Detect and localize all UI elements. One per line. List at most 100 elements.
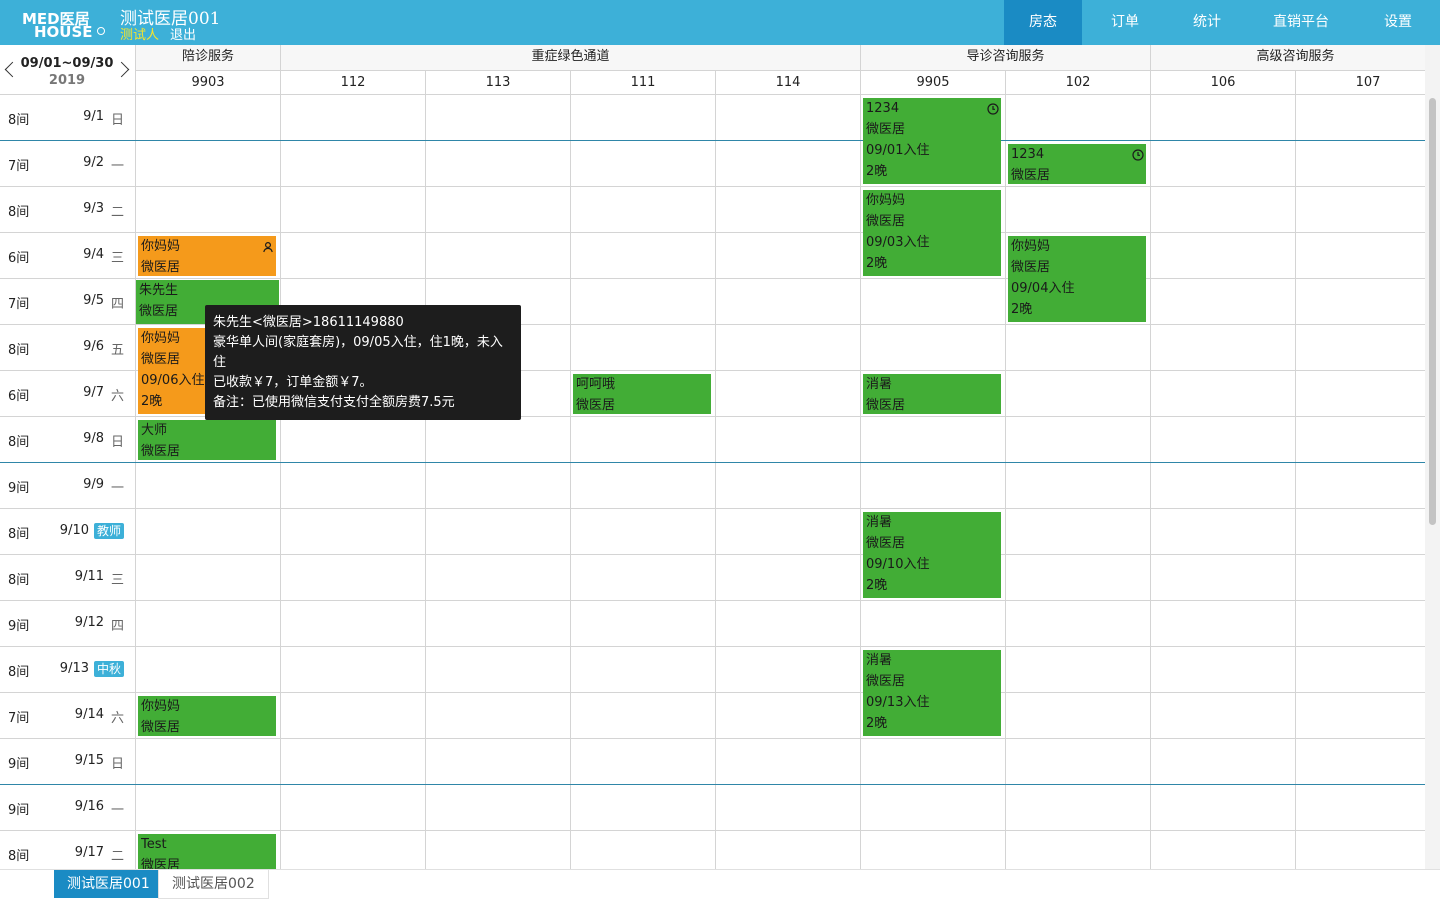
top-header: MED医居 HOUSE 测试医居001 测试人 退出 房态 订单 统计 直销平台 设置 bbox=[0, 0, 1440, 45]
row-date: 9/8 bbox=[83, 431, 104, 446]
main-nav: 房态 订单 统计 直销平台 设置 bbox=[1004, 0, 1440, 45]
next-month-chevron-icon[interactable] bbox=[113, 61, 130, 78]
header-divider bbox=[135, 70, 1425, 71]
row-divider bbox=[0, 278, 1425, 279]
booking-line: 微医居 bbox=[141, 720, 181, 735]
room-header: 102 bbox=[1006, 71, 1150, 94]
booking-line: 09/01入住 bbox=[866, 143, 930, 158]
row-date: 9/9 bbox=[83, 477, 104, 492]
booking-block[interactable]: 你妈妈 微医居 bbox=[138, 696, 276, 736]
room-header: 114 bbox=[716, 71, 860, 94]
booking-block[interactable]: 消暑微医居 09/13入住 2晚 bbox=[863, 650, 1001, 736]
nav-item[interactable]: 直销平台 bbox=[1246, 0, 1356, 45]
group-header: 陪诊服务 bbox=[136, 45, 280, 70]
booking-line: 09/03入住 bbox=[866, 235, 930, 250]
booking-block[interactable]: 你妈妈 微医居 09/04入住 2晚 bbox=[1008, 236, 1146, 322]
booking-block[interactable]: 1234 微医居 09/01入住 2晚 bbox=[863, 98, 1001, 184]
booking-guest-name: 呵呵哦 bbox=[576, 377, 616, 392]
column-divider bbox=[1005, 71, 1006, 869]
weekday-label: 三 bbox=[111, 251, 125, 266]
weekday-label: 日 bbox=[111, 435, 125, 450]
row-divider bbox=[0, 232, 1425, 233]
room-status-grid: 09/01~09/30 2019 陪诊服务 重症绿色通道 导诊咨询服务 高级咨询服务 9… bbox=[0, 45, 1425, 869]
booking-line: 微医居 bbox=[866, 398, 906, 413]
row-date: 9/15 bbox=[74, 753, 104, 768]
group-header: 导诊咨询服务 bbox=[861, 45, 1150, 70]
tooltip-note-line: 备注：已使用微信支付支付全额房费7.5元 bbox=[213, 395, 455, 410]
weekday-label: 一 bbox=[111, 159, 125, 174]
booking-line: 微医居 bbox=[1011, 260, 1051, 275]
medhouse-logo: MED医居 HOUSE bbox=[20, 6, 106, 41]
booking-line: 2晚 bbox=[866, 716, 888, 731]
header-bottom-line bbox=[0, 94, 1425, 95]
booking-line: 微医居 bbox=[866, 214, 906, 229]
booking-block[interactable]: 1234 微医居 bbox=[1008, 144, 1146, 184]
room-header: 9903 bbox=[136, 71, 280, 94]
nav-item[interactable]: 设置 bbox=[1356, 0, 1440, 45]
nav-item[interactable]: 订单 bbox=[1082, 0, 1168, 45]
row-date: 9/2 bbox=[83, 155, 104, 170]
nav-item[interactable]: 房态 bbox=[1004, 0, 1082, 45]
logo-text-bottom: HOUSE bbox=[34, 23, 93, 41]
person-icon bbox=[262, 239, 273, 253]
row-date: 9/6 bbox=[83, 339, 104, 354]
hotel-tab[interactable]: 测试医居002 bbox=[158, 870, 269, 899]
row-divider bbox=[0, 508, 1425, 509]
weekday-label: 一 bbox=[111, 481, 125, 496]
row-date: 9/16 bbox=[74, 799, 104, 814]
row-date: 9/10 bbox=[59, 523, 89, 538]
row-divider bbox=[0, 554, 1425, 555]
booking-block[interactable]: 你妈妈 微医居 09/03入住 2晚 bbox=[863, 190, 1001, 276]
row-divider bbox=[0, 692, 1425, 693]
room-header: 107 bbox=[1296, 71, 1425, 94]
booking-block[interactable]: 呵呵哦 微医居 bbox=[573, 374, 711, 414]
scrollbar-thumb[interactable] bbox=[1429, 98, 1436, 525]
weekday-label: 六 bbox=[111, 711, 125, 726]
row-date: 9/5 bbox=[83, 293, 104, 308]
booking-tooltip: 朱先生<微医居>18611149880 豪华单人间(家庭套房)，09/05入住，… bbox=[205, 305, 521, 420]
booking-block[interactable]: 大师 微医居 bbox=[138, 420, 276, 460]
column-divider bbox=[860, 45, 861, 869]
column-divider bbox=[280, 45, 281, 869]
nav-item[interactable]: 统计 bbox=[1168, 0, 1246, 45]
booking-guest-name: 你妈妈 bbox=[1011, 239, 1051, 254]
column-divider bbox=[715, 71, 716, 869]
row-divider bbox=[0, 646, 1425, 647]
weekday-label: 日 bbox=[111, 113, 125, 128]
booking-line: 微医居 bbox=[866, 674, 906, 689]
booking-block[interactable]: 你妈妈 微医居 bbox=[138, 236, 276, 276]
booking-guest-name: 你妈妈 bbox=[141, 239, 181, 254]
booking-line: 09/04入住 bbox=[1011, 281, 1075, 296]
booking-guest-name: 大师 bbox=[141, 423, 168, 438]
tooltip-guest-line: 朱先生<微医居>18611149880 bbox=[213, 315, 404, 330]
booking-line: 09/13入住 bbox=[866, 695, 930, 710]
hotel-tab[interactable]: 测试医居001 bbox=[54, 870, 163, 898]
row-date: 9/3 bbox=[83, 201, 104, 216]
row-date: 9/17 bbox=[74, 845, 104, 860]
row-divider bbox=[0, 738, 1425, 739]
row-date: 9/1 bbox=[83, 109, 104, 124]
booking-line: 微医居 bbox=[866, 122, 906, 137]
row-date: 9/4 bbox=[83, 247, 104, 262]
weekday-label: 二 bbox=[111, 849, 125, 864]
group-header: 高级咨询服务 bbox=[1151, 45, 1425, 70]
booking-guest-name: 1234 bbox=[1011, 147, 1045, 162]
column-divider bbox=[570, 71, 571, 869]
row-divider bbox=[0, 830, 1425, 831]
logout-link[interactable]: 退出 bbox=[170, 24, 196, 43]
vertical-scrollbar[interactable] bbox=[1425, 45, 1440, 869]
booking-guest-name: 消暑 bbox=[866, 653, 893, 668]
booking-line: 2晚 bbox=[866, 256, 888, 271]
booking-block[interactable]: Test 微医居 bbox=[138, 834, 276, 869]
booking-line: 微医居 bbox=[576, 398, 616, 413]
booking-block[interactable]: 消暑 微医居 bbox=[863, 374, 1001, 414]
booking-block[interactable]: 消暑 微医居 09/10入住 2晚 bbox=[863, 512, 1001, 598]
weekday-label: 一 bbox=[111, 803, 125, 818]
booking-line: 2晚 bbox=[866, 164, 888, 179]
group-header: 重症绿色通道 bbox=[281, 45, 860, 70]
row-date: 9/12 bbox=[74, 615, 104, 630]
hotel-tabs-bar: 测试医居001 测试医居002 bbox=[0, 869, 1440, 899]
booking-line: 微医居 bbox=[1011, 168, 1051, 183]
booking-line: 微医居 bbox=[141, 858, 181, 869]
date-range: 09/01~09/30 bbox=[20, 56, 114, 71]
